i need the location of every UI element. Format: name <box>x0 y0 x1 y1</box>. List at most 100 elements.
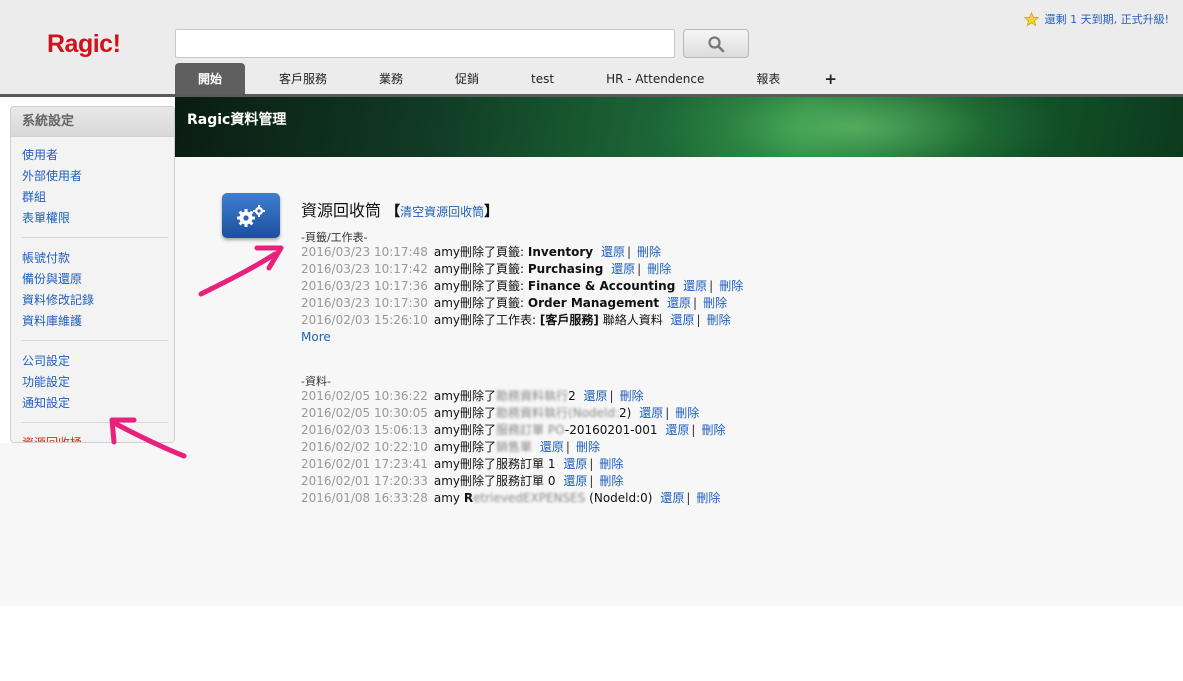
redacted-text: 銷售單 <box>496 440 533 454</box>
restore-link[interactable]: 還原 <box>671 313 695 327</box>
list-item: 2016/03/23 10:17:36 amy刪除了頁籤: Finance & A… <box>301 279 744 293</box>
delete-link[interactable]: 刪除 <box>576 440 600 454</box>
log-action: 刪除了 <box>460 423 497 437</box>
upgrade-notice[interactable]: 還剩 1 天到期, 正式升級! <box>1023 11 1169 27</box>
restore-link[interactable]: 還原 <box>665 423 689 437</box>
upgrade-text[interactable]: 還剩 1 天到期, 正式升級! <box>1045 11 1169 27</box>
restore-link[interactable]: 還原 <box>540 440 564 454</box>
search-input[interactable] <box>175 29 675 58</box>
bracket-open: 【 <box>386 204 401 220</box>
restore-link[interactable]: 還原 <box>601 245 625 259</box>
list-item: 2016/01/08 16:33:28 amy RetrievedEXPENSES… <box>301 491 721 505</box>
restore-link[interactable]: 還原 <box>584 389 608 403</box>
list-item: 2016/03/23 10:17:42 amy刪除了頁籤: Purchasing … <box>301 262 672 276</box>
restore-link[interactable]: 還原 <box>563 457 587 471</box>
list-item: 2016/02/01 17:23:41 amy刪除了服務訂單 1 還原 | 刪除 <box>301 457 624 471</box>
sidebar-item-company-settings[interactable]: 公司設定 <box>22 351 174 372</box>
log-target: Purchasing <box>527 262 604 276</box>
tab-sales[interactable]: 業務 <box>353 63 429 96</box>
log-action: 刪除了 <box>460 440 497 454</box>
sidebar-item-notification-settings[interactable]: 通知設定 <box>22 393 174 414</box>
log-time: 2016/02/05 10:30:05 <box>301 406 428 420</box>
bracket-close: 】 <box>484 204 499 220</box>
main-tabs: 開始 客戶服務 業務 促銷 test HR - Attendence 報表 + <box>175 63 855 96</box>
ragic-logo[interactable]: Ragic! <box>47 30 121 59</box>
list-item: 2016/02/03 15:06:13 amy刪除了服務訂單 PO-2016020… <box>301 423 726 437</box>
sidebar-item-billing[interactable]: 帳號付款 <box>22 248 174 269</box>
delete-link[interactable]: 刪除 <box>599 474 623 488</box>
delete-link[interactable]: 刪除 <box>647 262 671 276</box>
restore-link[interactable]: 還原 <box>660 491 684 505</box>
delete-link[interactable]: 刪除 <box>719 279 743 293</box>
log-target: Inventory <box>527 245 594 259</box>
clear-recycle-bin-link[interactable]: 清空資源回收筒 <box>400 205 484 219</box>
redacted-text: 勘務資料執行(Nodeld: <box>496 406 620 420</box>
section-label-data: -資料- <box>301 375 331 388</box>
star-icon <box>1023 11 1039 26</box>
tab-promotion[interactable]: 促銷 <box>429 63 505 96</box>
log-target: [客戶服務] <box>539 313 599 327</box>
log-action: 刪除了 <box>460 406 497 420</box>
tab-hr-attendence[interactable]: HR - Attendence <box>580 63 730 96</box>
log-time: 2016/02/01 17:20:33 <box>301 474 428 488</box>
delete-link[interactable]: 刪除 <box>701 423 725 437</box>
sidebar-item-external-users[interactable]: 外部使用者 <box>22 166 174 187</box>
list-item: 2016/02/01 17:20:33 amy刪除了服務訂單 0 還原 | 刪除 <box>301 474 624 488</box>
page-title-text: 資源回收筒 <box>301 201 382 220</box>
restore-link[interactable]: 還原 <box>563 474 587 488</box>
delete-link[interactable]: 刪除 <box>637 245 661 259</box>
more-link[interactable]: More <box>301 329 743 346</box>
annotation-arrow-icon <box>109 417 187 459</box>
sidebar-item-feature-settings[interactable]: 功能設定 <box>22 372 174 393</box>
list-item: 2016/02/02 10:22:10 amy刪除了銷售單 還原 | 刪除 <box>301 440 600 454</box>
tab-reports[interactable]: 報表 <box>730 63 806 96</box>
delete-link[interactable]: 刪除 <box>620 389 644 403</box>
sidebar-item-groups[interactable]: 群組 <box>22 187 174 208</box>
annotation-arrow-icon <box>198 245 284 297</box>
tab-start[interactable]: 開始 <box>175 63 245 96</box>
restore-link[interactable]: 還原 <box>611 262 635 276</box>
sidebar-group-account: 帳號付款 備份與還原 資料修改記錄 資料庫維護 <box>11 240 174 336</box>
banner-title: Ragic資料管理 <box>187 112 287 128</box>
redacted-text: 勘務資料執行 <box>496 389 569 403</box>
log-time: 2016/03/23 10:17:36 <box>301 279 428 293</box>
log-target: Order Management <box>527 296 660 310</box>
sidebar-item-form-permissions[interactable]: 表單權限 <box>22 208 174 229</box>
page-title: 資源回收筒 【清空資源回收筒】 <box>301 197 498 221</box>
log-time: 2016/02/05 10:36:22 <box>301 389 428 403</box>
tab-customer-service[interactable]: 客戶服務 <box>253 63 353 96</box>
log-target: 2 <box>568 389 576 403</box>
list-item: 2016/02/03 15:26:10 amy刪除了工作表: [客戶服務] 聯絡人… <box>301 313 731 327</box>
delete-link[interactable]: 刪除 <box>599 457 623 471</box>
log-time: 2016/02/02 10:22:10 <box>301 440 428 454</box>
delete-link[interactable]: 刪除 <box>703 296 727 310</box>
sidebar-item-backup-restore[interactable]: 備份與還原 <box>22 269 174 290</box>
log-action: 刪除了服務訂單 1 <box>460 457 556 471</box>
redacted-text: 服務訂單 PO <box>496 423 565 437</box>
tab-test[interactable]: test <box>505 63 580 96</box>
restore-link[interactable]: 還原 <box>667 296 691 310</box>
log-action: 刪除了頁籤: <box>460 279 528 293</box>
delete-link[interactable]: 刪除 <box>707 313 731 327</box>
restore-link[interactable]: 還原 <box>683 279 707 293</box>
sidebar-item-audit-log[interactable]: 資料修改記錄 <box>22 290 174 311</box>
delete-link[interactable]: 刪除 <box>675 406 699 420</box>
list-item: 2016/03/23 10:17:48 amy刪除了頁籤: Inventory 還… <box>301 245 662 259</box>
log-time: 2016/02/03 15:26:10 <box>301 313 428 327</box>
sidebar-divider <box>21 340 168 341</box>
settings-app-icon <box>222 193 280 238</box>
list-item: 2016/02/05 10:36:22 amy刪除了勘務資料執行2 還原 | 刪除 <box>301 389 644 403</box>
log-user: amy <box>433 262 461 276</box>
sidebar-item-db-maintenance[interactable]: 資料庫維護 <box>22 311 174 332</box>
delete-link[interactable]: 刪除 <box>696 491 720 505</box>
deleted-pages-list: 2016/03/23 10:17:48 amy刪除了頁籤: Inventory 還… <box>301 244 743 346</box>
deleted-data-list: 2016/02/05 10:36:22 amy刪除了勘務資料執行2 還原 | 刪除 2… <box>301 388 725 507</box>
sidebar-lower-background <box>0 443 175 606</box>
log-action: 刪除了 <box>460 389 497 403</box>
sidebar-item-users[interactable]: 使用者 <box>22 145 174 166</box>
search-button[interactable] <box>683 29 749 58</box>
restore-link[interactable]: 還原 <box>639 406 663 420</box>
log-time: 2016/03/23 10:17:42 <box>301 262 428 276</box>
top-bar: Ragic! 還剩 1 天到期, 正式升級! 開始 客戶服務 業務 促銷 tes… <box>0 0 1183 96</box>
add-tab-button[interactable]: + <box>806 63 855 96</box>
